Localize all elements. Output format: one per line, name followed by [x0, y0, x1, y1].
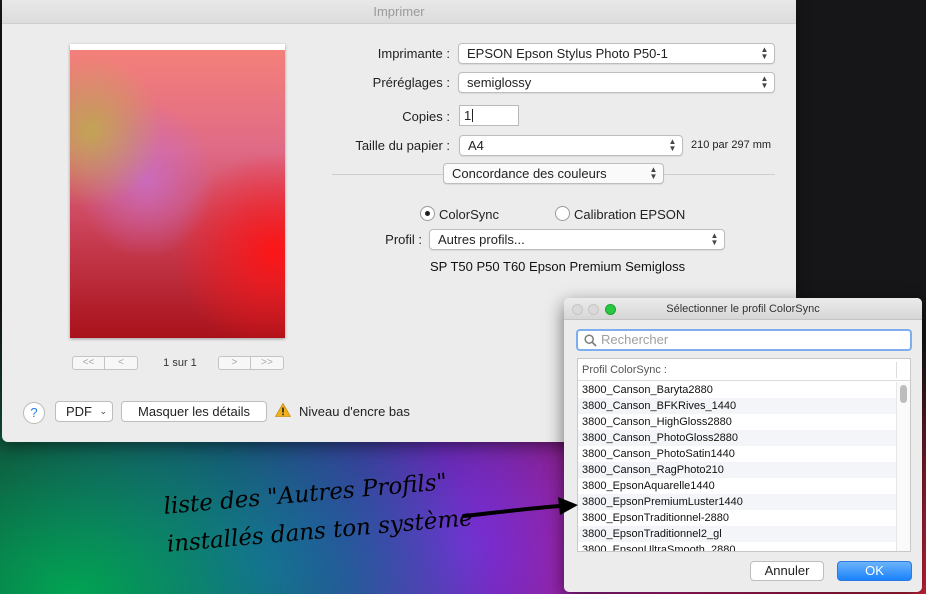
profile-list: Profil ColorSync : 3800_Canson_Baryta288…	[577, 358, 911, 552]
updown-chevron-icon: ▲ ▼	[760, 45, 769, 61]
search-placeholder: Rechercher	[601, 332, 669, 347]
list-item[interactable]: 3800_Canson_PhotoSatin1440	[578, 446, 896, 462]
list-item[interactable]: 3800_EpsonUltraSmooth_2880	[578, 542, 896, 551]
pdf-label: PDF	[66, 404, 92, 419]
previous-page-button[interactable]: <	[105, 357, 137, 369]
section-select[interactable]: Concordance des couleurs ▲ ▼	[443, 163, 664, 184]
warning-icon	[275, 403, 291, 417]
help-icon: ?	[30, 405, 38, 420]
profile-value: Autres profils...	[438, 232, 525, 247]
list-item[interactable]: 3800_EpsonPremiumLuster1440	[578, 494, 896, 510]
search-input[interactable]: Rechercher	[576, 329, 912, 351]
list-scrollbar[interactable]	[896, 382, 910, 551]
presets-select[interactable]: semiglossy ▲ ▼	[458, 72, 775, 93]
epson-calibration-radio-label: Calibration EPSON	[574, 207, 686, 222]
arrow-icon	[462, 497, 578, 518]
selected-profile-name: SP T50 P50 T60 Epson Premium Semigloss	[430, 259, 686, 274]
colorsync-picker-window: Sélectionner le profil ColorSync Recherc…	[564, 298, 922, 592]
profile-select[interactable]: Autres profils... ▲ ▼	[429, 229, 725, 250]
column-header[interactable]: Profil ColorSync :	[578, 359, 910, 381]
updown-chevron-icon: ▲ ▼	[668, 137, 677, 153]
list-item[interactable]: 3800_Canson_BFKRives_1440	[578, 398, 896, 414]
ok-button[interactable]: OK	[837, 561, 912, 581]
paper-size-label: Taille du papier :	[355, 138, 450, 153]
copies-value: 1	[464, 108, 472, 123]
preview-forward-buttons: > >>	[218, 356, 284, 370]
list-item[interactable]: 3800_Canson_RagPhoto210	[578, 462, 896, 478]
print-preview	[70, 44, 285, 338]
paper-size-value: A4	[468, 138, 484, 153]
column-header-label: Profil ColorSync :	[582, 364, 667, 376]
ink-level-warning: Niveau d'encre bas	[299, 404, 410, 419]
last-page-button[interactable]: >>	[251, 357, 283, 369]
printer-value: EPSON Epson Stylus Photo P50-1	[467, 46, 668, 61]
desktop-background	[796, 0, 926, 300]
list-item[interactable]: 3800_EpsonTraditionnel2_gl	[578, 526, 896, 542]
printer-label: Imprimante :	[377, 46, 450, 61]
cancel-button[interactable]: Annuler	[750, 561, 824, 581]
presets-value: semiglossy	[467, 75, 532, 90]
close-button[interactable]	[572, 304, 583, 315]
copies-label: Copies :	[402, 109, 450, 124]
search-icon	[584, 334, 597, 347]
first-page-button[interactable]: <<	[73, 357, 105, 369]
paper-dimensions: 210 par 297 mm	[691, 139, 772, 151]
page-indicator: 1 sur 1	[163, 357, 197, 369]
updown-chevron-icon: ▲ ▼	[710, 231, 719, 247]
profile-label: Profil :	[385, 232, 422, 247]
preview-image	[70, 50, 285, 338]
list-item[interactable]: 3800_EpsonTraditionnel-2880	[578, 510, 896, 526]
picker-title: Sélectionner le profil ColorSync	[564, 298, 922, 320]
colorsync-radio[interactable]	[420, 206, 435, 221]
epson-calibration-radio[interactable]	[555, 206, 570, 221]
paper-size-select[interactable]: A4 ▲ ▼	[459, 135, 683, 156]
list-item[interactable]: 3800_Canson_PhotoGloss2880	[578, 430, 896, 446]
chevron-down-icon: ⌄	[99, 406, 107, 416]
hide-details-button[interactable]: Masquer les détails	[121, 401, 267, 422]
presets-label: Préréglages :	[372, 75, 450, 90]
help-button[interactable]: ?	[23, 402, 45, 424]
preview-back-buttons: << <	[72, 356, 138, 370]
updown-chevron-icon: ▲ ▼	[760, 74, 769, 90]
updown-chevron-icon: ▲ ▼	[649, 165, 658, 181]
colorsync-radio-label: ColorSync	[439, 207, 499, 222]
list-item[interactable]: 3800_Canson_HighGloss2880	[578, 414, 896, 430]
dialog-title: Imprimer	[2, 0, 796, 24]
pdf-menu-button[interactable]: PDF ⌄	[55, 401, 113, 422]
list-item[interactable]: 3800_Canson_Baryta2880	[578, 382, 896, 398]
radio-selected-dot	[425, 211, 430, 216]
printer-select[interactable]: EPSON Epson Stylus Photo P50-1 ▲ ▼	[458, 43, 775, 64]
zoom-button[interactable]	[605, 304, 616, 315]
minimize-button[interactable]	[588, 304, 599, 315]
copies-input[interactable]: 1	[459, 105, 519, 126]
section-value: Concordance des couleurs	[452, 166, 607, 181]
scroll-thumb[interactable]	[900, 385, 907, 403]
next-page-button[interactable]: >	[219, 357, 251, 369]
list-item[interactable]: 3800_EpsonAquarelle1440	[578, 478, 896, 494]
